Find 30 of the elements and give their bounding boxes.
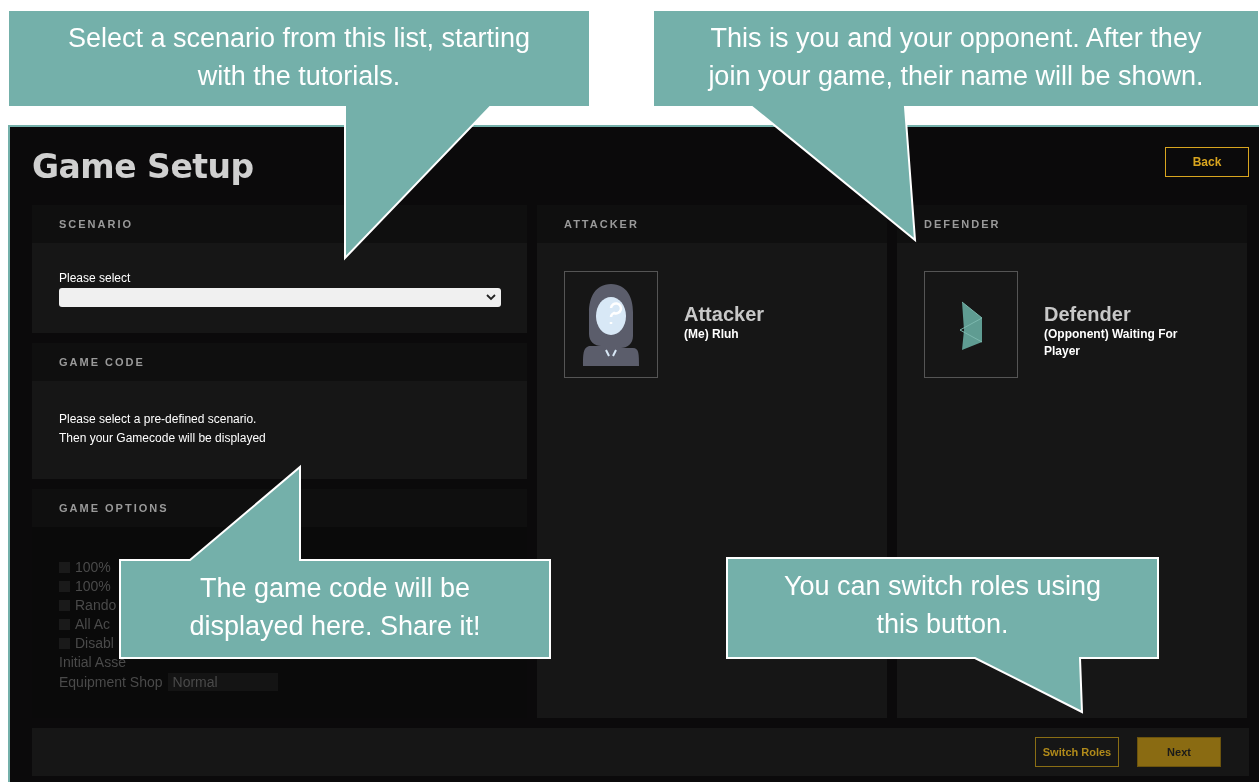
hooded-figure-icon [581, 281, 641, 368]
section-heading: SCENARIO [59, 218, 134, 230]
callout-text: This is you and your opponent. After they join your game, their name will be shown. [706, 22, 1205, 93]
callout-text: You can switch roles using this button. [782, 570, 1103, 641]
next-button[interactable]: Next [1137, 737, 1221, 767]
window-title: Game Setup [32, 146, 254, 186]
scenario-dropdown[interactable] [59, 288, 501, 307]
player-name: (Me) Rluh [684, 326, 740, 343]
checkbox-label: Disabl [75, 635, 114, 651]
checkbox-label: All Ac [75, 616, 110, 632]
callout-text: The game code will be displayed here. Share it! [188, 572, 482, 643]
back-button[interactable]: Back [1165, 147, 1249, 177]
checkbox-label: 100% [75, 559, 111, 575]
shield-logo-icon [958, 299, 984, 350]
option-label: Equipment Shop [59, 674, 163, 690]
checkbox-label: 100% [75, 578, 111, 594]
section-heading: GAME OPTIONS [59, 502, 169, 514]
info-text: Please select a pre-defined scenario. Then your Gamecode will be displayed [59, 411, 267, 447]
section-heading: DEFENDER [924, 218, 1001, 230]
option-label: Initial Asse [59, 654, 127, 670]
chevron-icon [486, 294, 496, 301]
player-role: Defender [1044, 303, 1132, 326]
section-heading: ATTACKER [564, 218, 639, 230]
callout-text: Select a scenario from this list, starting with the tutorials. [66, 22, 532, 93]
player-name: (Opponent) Waiting For Player [1044, 326, 1179, 360]
player-role: Attacker [684, 303, 765, 326]
field-label: Please select [59, 271, 132, 285]
section-heading: GAME CODE [59, 356, 145, 368]
switch-roles-button[interactable]: Switch Roles [1035, 737, 1119, 767]
checkbox-label: Rando [75, 597, 117, 613]
